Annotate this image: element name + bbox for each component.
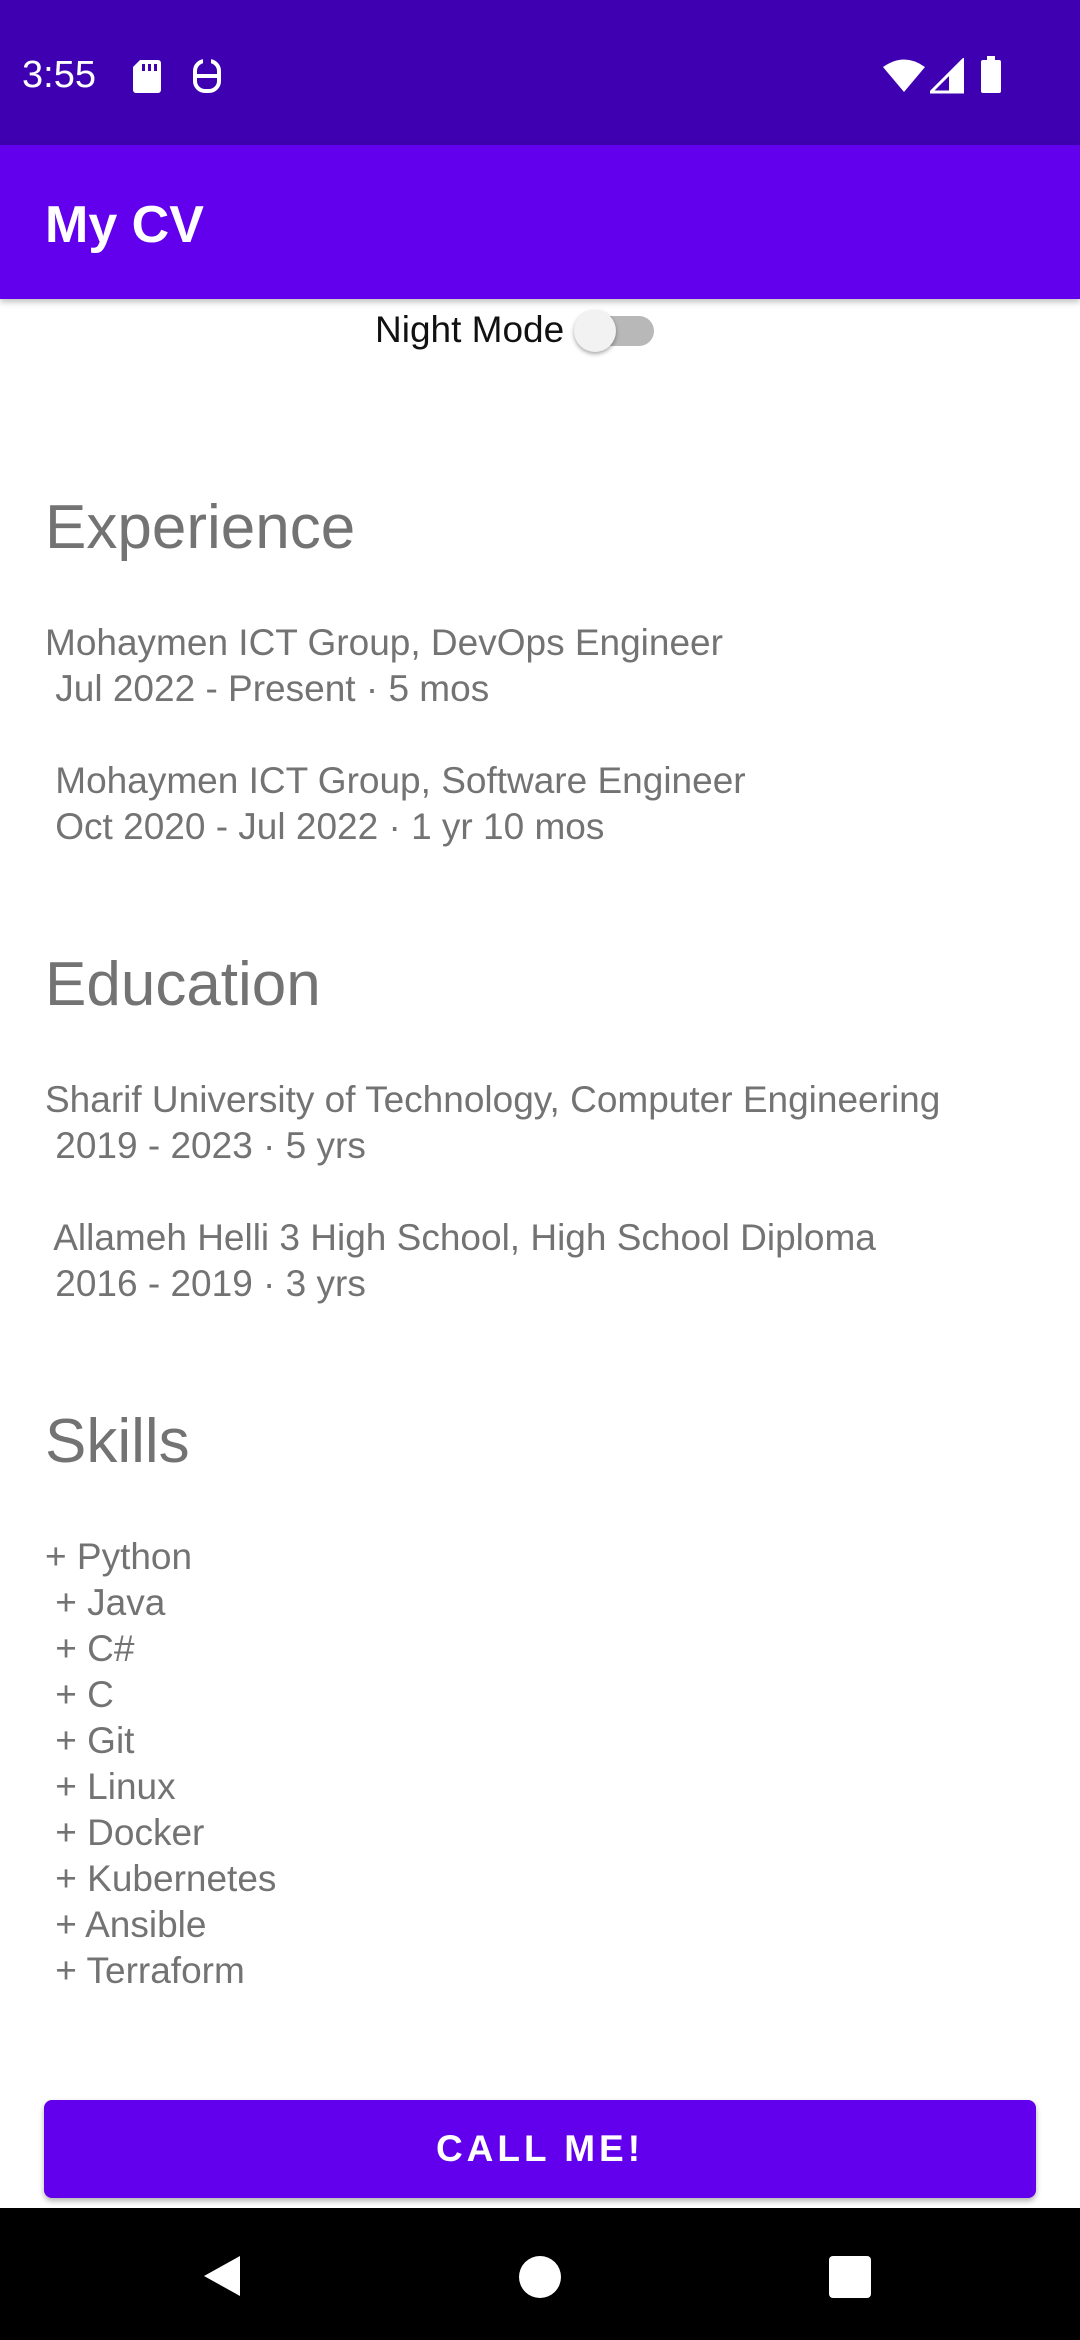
education-heading: Education xyxy=(45,950,321,1019)
app-bar: My CV xyxy=(0,145,1080,299)
battery-icon xyxy=(981,56,1001,93)
skill-item: + Terraform xyxy=(45,1950,245,1991)
skill-item: + Docker xyxy=(45,1812,205,1853)
wifi-icon xyxy=(883,59,925,92)
experience-heading: Experience xyxy=(45,493,356,562)
sync-icon xyxy=(193,58,221,93)
education-line: 2019 - 2023 · 5 yrs xyxy=(45,1125,366,1166)
skill-item: + Git xyxy=(45,1720,135,1761)
switch-thumb xyxy=(574,310,617,352)
skill-item: + C# xyxy=(45,1628,135,1669)
skill-item: + C xyxy=(45,1674,114,1715)
skill-item: + Kubernetes xyxy=(45,1858,277,1899)
signal-icon xyxy=(930,58,964,94)
skill-item: + Linux xyxy=(45,1766,176,1807)
education-line: 2016 - 2019 · 3 yrs xyxy=(45,1263,366,1304)
home-icon[interactable] xyxy=(518,2255,562,2299)
status-bar: 3:55 xyxy=(0,0,1080,145)
skill-item: + Ansible xyxy=(45,1904,207,1945)
night-mode-row: Night Mode xyxy=(375,302,666,358)
skill-item: + Java xyxy=(45,1582,166,1623)
app-title: My CV xyxy=(45,196,204,254)
night-mode-switch[interactable] xyxy=(574,302,666,358)
status-time: 3:55 xyxy=(22,54,96,96)
night-mode-label: Night Mode xyxy=(375,309,565,350)
navigation-bar xyxy=(0,2208,1080,2340)
skill-item: + Python xyxy=(45,1536,193,1577)
experience-line: Oct 2020 - Jul 2022 · 1 yr 10 mos xyxy=(45,806,605,847)
call-me-button[interactable]: CALL ME! xyxy=(44,2100,1036,2198)
experience-line: Jul 2022 - Present · 5 mos xyxy=(45,668,490,709)
education-line: Sharif University of Technology, Compute… xyxy=(45,1079,941,1120)
skills-heading: Skills xyxy=(45,1407,190,1476)
experience-line: Mohaymen ICT Group, Software Engineer xyxy=(45,760,746,801)
experience-line: Mohaymen ICT Group, DevOps Engineer xyxy=(45,622,723,663)
education-line: Allameh Helli 3 High School, High School… xyxy=(45,1217,876,1258)
recents-icon[interactable] xyxy=(828,2255,872,2299)
back-icon[interactable] xyxy=(200,2253,246,2299)
sd-card-icon xyxy=(133,60,161,93)
